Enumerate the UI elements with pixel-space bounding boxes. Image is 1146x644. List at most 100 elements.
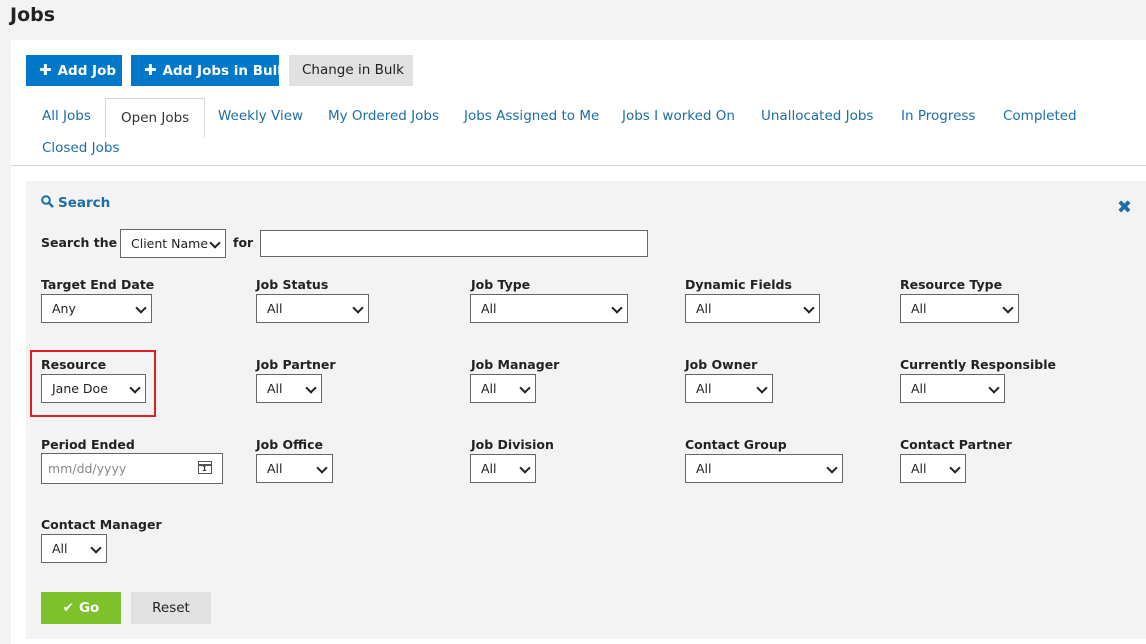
chevron-down-icon [756, 382, 768, 394]
chevron-down-icon [949, 462, 961, 474]
period-ended-label: Period Ended [41, 437, 135, 452]
resource-select[interactable]: Jane Doe [41, 374, 146, 403]
add-job-label: Add Job [57, 63, 117, 79]
job-owner-label: Job Owner [685, 357, 758, 372]
search-field-value: Client Name [131, 236, 209, 251]
tab-in-progress[interactable]: In Progress [901, 108, 975, 124]
job-office-select[interactable]: All [256, 454, 333, 483]
for-label: for [233, 235, 254, 250]
contact-partner-value: All [911, 461, 927, 476]
calendar-day: 1 [202, 465, 207, 473]
change-in-bulk-button[interactable]: Change in Bulk [289, 55, 413, 86]
contact-partner-select[interactable]: All [900, 454, 966, 483]
add-jobs-in-bulk-label: Add Jobs in Bulk [162, 63, 287, 79]
close-icon[interactable]: ✖ [1117, 197, 1132, 218]
target-end-date-label: Target End Date [41, 277, 155, 292]
search-the-label: Search the [41, 235, 118, 250]
currently-responsible-select[interactable]: All [900, 374, 1005, 403]
chevron-down-icon [305, 382, 317, 394]
resource-value: Jane Doe [52, 381, 108, 396]
chevron-down-icon [1002, 302, 1014, 314]
search-icon [41, 195, 54, 208]
job-division-select[interactable]: All [470, 454, 536, 483]
job-office-label: Job Office [256, 437, 323, 452]
contact-manager-label: Contact Manager [41, 517, 162, 532]
go-button[interactable]: ✔ Go [41, 592, 121, 624]
tab-closed-jobs[interactable]: Closed Jobs [42, 140, 119, 156]
plus-icon: ✚ [144, 61, 157, 79]
job-owner-value: All [696, 381, 712, 396]
reset-button[interactable]: Reset [131, 592, 211, 624]
job-manager-value: All [481, 381, 497, 396]
chevron-down-icon [352, 302, 364, 314]
currently-responsible-label: Currently Responsible [900, 357, 1056, 372]
check-icon: ✔ [62, 600, 74, 616]
contact-group-value: All [696, 461, 712, 476]
tab-my-ordered-jobs[interactable]: My Ordered Jobs [328, 108, 439, 124]
tabs-divider [11, 165, 1146, 166]
job-partner-value: All [267, 381, 283, 396]
contact-partner-label: Contact Partner [900, 437, 1012, 452]
tab-open-jobs[interactable]: Open Jobs [105, 98, 206, 138]
plus-icon: ✚ [39, 61, 52, 79]
chevron-down-icon [90, 542, 102, 554]
contact-manager-select[interactable]: All [41, 534, 107, 563]
job-manager-select[interactable]: All [470, 374, 536, 403]
search-field-select[interactable]: Client Name [120, 229, 226, 258]
dynamic-fields-select[interactable]: All [685, 294, 820, 323]
chevron-down-icon [316, 462, 328, 474]
job-partner-select[interactable]: All [256, 374, 322, 403]
period-ended-placeholder: mm/dd/yyyy [48, 461, 127, 476]
job-type-label: Job Type [471, 277, 531, 292]
job-type-select[interactable]: All [470, 294, 628, 323]
contact-group-label: Contact Group [685, 437, 787, 452]
resource-type-label: Resource Type [900, 277, 1003, 292]
calendar-icon[interactable]: 1 [198, 461, 212, 474]
tab-jobs-assigned-to-me[interactable]: Jobs Assigned to Me [464, 108, 599, 124]
go-label: Go [78, 600, 100, 616]
job-division-value: All [481, 461, 497, 476]
tab-jobs-i-worked-on[interactable]: Jobs I worked On [622, 108, 735, 124]
add-job-button[interactable]: ✚ Add Job [26, 55, 122, 86]
tab-unallocated-jobs[interactable]: Unallocated Jobs [761, 108, 873, 124]
dynamic-fields-value: All [696, 301, 712, 316]
job-status-value: All [267, 301, 283, 316]
resource-label: Resource [41, 357, 107, 372]
dynamic-fields-label: Dynamic Fields [685, 277, 792, 292]
contact-manager-value: All [52, 541, 68, 556]
resource-type-select[interactable]: All [900, 294, 1019, 323]
chevron-down-icon [988, 382, 1000, 394]
chevron-down-icon [826, 462, 838, 474]
period-ended-date-input[interactable]: mm/dd/yyyy 1 [41, 453, 223, 484]
target-end-date-select[interactable]: Any [41, 294, 152, 323]
contact-group-select[interactable]: All [685, 454, 843, 483]
page-title: Jobs [10, 4, 56, 26]
chevron-down-icon [135, 302, 147, 314]
search-heading-label: Search [58, 195, 111, 211]
chevron-down-icon [209, 237, 221, 249]
job-partner-label: Job Partner [256, 357, 336, 372]
job-status-select[interactable]: All [256, 294, 369, 323]
tab-weekly-view[interactable]: Weekly View [218, 108, 303, 124]
job-type-value: All [481, 301, 497, 316]
job-status-label: Job Status [256, 277, 329, 292]
search-input[interactable] [260, 230, 648, 257]
chevron-down-icon [129, 382, 141, 394]
job-manager-label: Job Manager [471, 357, 560, 372]
tab-completed[interactable]: Completed [1003, 108, 1077, 124]
chevron-down-icon [611, 302, 623, 314]
job-division-label: Job Division [471, 437, 554, 452]
tab-all-jobs[interactable]: All Jobs [42, 108, 91, 124]
jobs-panel: ✚ Add Job ✚ Add Jobs in Bulk Change in Bul… [11, 40, 1146, 644]
search-heading[interactable]: Search [41, 195, 110, 211]
search-panel: Search ✖ Search the Client Name for Targ… [26, 181, 1146, 639]
chevron-down-icon [519, 462, 531, 474]
currently-responsible-value: All [911, 381, 927, 396]
job-office-value: All [267, 461, 283, 476]
chevron-down-icon [803, 302, 815, 314]
target-end-date-value: Any [52, 301, 76, 316]
job-owner-select[interactable]: All [685, 374, 773, 403]
chevron-down-icon [519, 382, 531, 394]
add-jobs-in-bulk-button[interactable]: ✚ Add Jobs in Bulk [131, 55, 286, 86]
resource-type-value: All [911, 301, 927, 316]
